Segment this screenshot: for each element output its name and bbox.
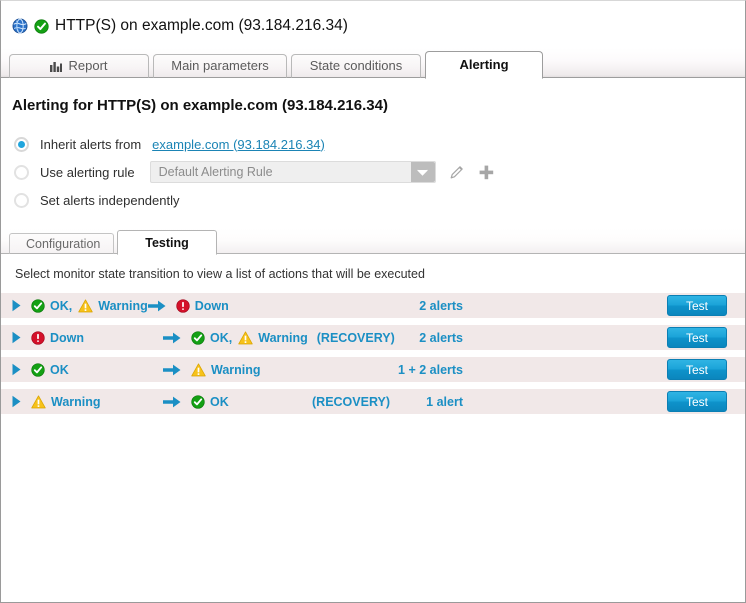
expand-triangle-icon[interactable] <box>1 331 31 344</box>
state-warning-label: Warning <box>51 394 101 409</box>
plus-icon[interactable] <box>478 164 495 181</box>
tab-alerting-label: Alerting <box>459 57 509 72</box>
tab-configuration[interactable]: Configuration <box>9 233 114 254</box>
warning-triangle-icon <box>31 394 46 409</box>
tab-report-label: Report <box>68 58 108 73</box>
down-error-icon <box>176 298 190 313</box>
ok-check-icon <box>191 330 205 345</box>
warning-triangle-icon <box>78 298 93 313</box>
tab-testing-label: Testing <box>145 236 189 250</box>
transition-list: OK, Warning Down 2 alerts Test Down OK, … <box>1 293 745 414</box>
tab-main-parameters-label: Main parameters <box>171 58 269 73</box>
warning-triangle-icon <box>238 330 253 345</box>
option-set-alerts-independently-label: Set alerts independently <box>40 192 180 208</box>
tab-report[interactable]: Report <box>9 54 149 78</box>
option-inherit-alerts[interactable]: Inherit alerts from example.com (93.184.… <box>14 130 745 158</box>
ok-check-icon <box>191 394 205 409</box>
window-title: HTTP(S) on example.com (93.184.216.34) <box>55 17 348 34</box>
state-ok-label: OK, <box>50 298 73 313</box>
state-down: Down <box>176 299 229 313</box>
down-error-icon <box>31 330 45 345</box>
option-set-alerts-independently[interactable]: Set alerts independently <box>14 186 745 214</box>
state-warning: Warning <box>238 331 308 345</box>
main-tabstrip: Report Main parameters State conditions … <box>1 48 745 79</box>
tab-alerting[interactable]: Alerting <box>425 51 543 79</box>
test-button[interactable]: Test <box>667 327 727 348</box>
page-title: Alerting for HTTP(S) on example.com (93.… <box>12 97 388 114</box>
state-down: Down <box>31 331 84 345</box>
transition-row[interactable]: OK Warning 1 + 2 alerts Test <box>1 357 745 382</box>
test-button[interactable]: Test <box>667 391 727 412</box>
alerts-count: 2 alerts <box>419 298 463 313</box>
transition-to: Warning <box>191 363 261 377</box>
expand-triangle-icon[interactable] <box>1 299 31 312</box>
window-titlebar: HTTP(S) on example.com (93.184.216.34) <box>1 1 745 38</box>
alert-source-options: Inherit alerts from example.com (93.184.… <box>14 130 745 214</box>
transition-row[interactable]: OK, Warning Down 2 alerts Test <box>1 293 745 318</box>
transition-from: Warning <box>31 395 163 409</box>
state-ok-label: OK <box>210 394 229 409</box>
state-down-label: Down <box>194 298 229 313</box>
alerting-window: HTTP(S) on example.com (93.184.216.34) R… <box>0 0 746 603</box>
state-down-label: Down <box>50 330 85 345</box>
ok-check-icon <box>34 18 49 34</box>
chart-bar-icon <box>50 61 63 72</box>
tab-configuration-label: Configuration <box>26 237 101 251</box>
state-warning-label: Warning <box>258 330 308 345</box>
tab-main-parameters[interactable]: Main parameters <box>153 54 287 78</box>
state-ok-label: OK, <box>210 330 233 345</box>
alerts-count: 2 alerts <box>419 330 463 345</box>
state-warning: Warning <box>31 395 101 409</box>
chevron-down-icon[interactable] <box>410 162 435 182</box>
transition-from: OK, Warning <box>31 299 148 313</box>
warning-triangle-icon <box>191 362 206 377</box>
option-use-alerting-rule-label: Use alerting rule <box>40 164 135 180</box>
arrow-right-icon <box>163 331 191 345</box>
state-ok-label: OK <box>50 362 69 377</box>
arrow-right-icon <box>163 395 191 409</box>
test-button[interactable]: Test <box>667 359 727 380</box>
transition-from: OK <box>31 363 163 377</box>
globe-icon <box>12 18 28 34</box>
state-ok: OK, <box>191 331 232 345</box>
tab-testing[interactable]: Testing <box>117 230 217 255</box>
transition-to: Down <box>176 299 229 313</box>
inner-tabstrip: Configuration Testing <box>1 228 745 255</box>
state-warning: Warning <box>78 299 148 313</box>
ok-check-icon <box>31 362 45 377</box>
alerting-rule-select[interactable]: Default Alerting Rule <box>149 161 436 183</box>
state-ok: OK <box>31 363 69 377</box>
transition-from: Down <box>31 331 163 345</box>
expand-triangle-icon[interactable] <box>1 395 31 408</box>
alerts-count: 1 alert <box>426 394 463 409</box>
option-inherit-alerts-label: Inherit alerts from <box>40 136 142 152</box>
alerts-count: 1 + 2 alerts <box>398 362 463 377</box>
tab-state-conditions-label: State conditions <box>309 58 403 73</box>
ok-check-icon <box>31 298 45 313</box>
tab-state-conditions[interactable]: State conditions <box>291 54 421 78</box>
inherit-source-link[interactable]: example.com (93.184.216.34) <box>152 137 325 152</box>
state-warning-label: Warning <box>211 362 261 377</box>
state-warning-label: Warning <box>98 298 148 313</box>
alerting-rule-select-value: Default Alerting Rule <box>158 165 273 179</box>
arrow-right-icon <box>163 363 191 377</box>
radio-inherit-alerts[interactable] <box>14 136 29 152</box>
state-warning: Warning <box>191 363 261 377</box>
transition-row[interactable]: Down OK, Warning (RECOVERY) 2 alerts Tes… <box>1 325 745 350</box>
transition-row[interactable]: Warning OK (RECOVERY) 1 alert Test <box>1 389 745 414</box>
radio-set-alerts-independently[interactable] <box>14 192 29 208</box>
test-button[interactable]: Test <box>667 295 727 316</box>
pencil-icon[interactable] <box>449 164 465 180</box>
expand-triangle-icon[interactable] <box>1 363 31 376</box>
transition-to: OK <box>191 395 229 409</box>
option-use-alerting-rule[interactable]: Use alerting rule Default Alerting Rule <box>14 158 745 186</box>
state-ok: OK <box>191 395 229 409</box>
radio-use-alerting-rule[interactable] <box>14 164 29 180</box>
testing-hint: Select monitor state transition to view … <box>15 267 425 281</box>
arrow-right-icon <box>147 299 176 313</box>
state-ok: OK, <box>31 299 72 313</box>
